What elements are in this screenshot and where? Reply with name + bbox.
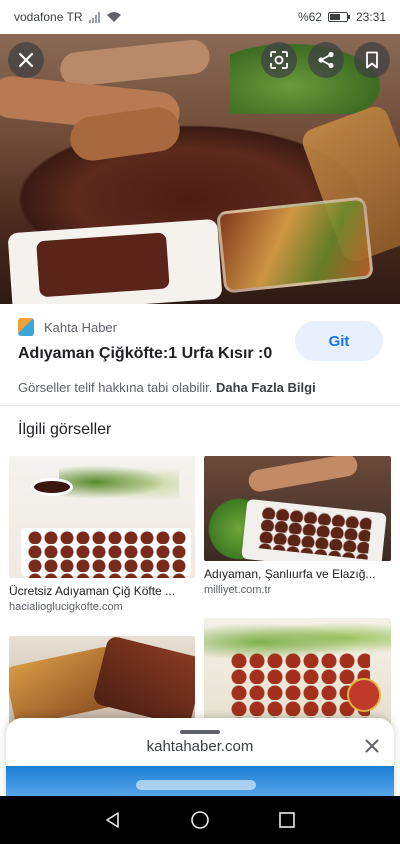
copyright-notice: Görseller telif hakkına tabi olabilir. D… <box>18 380 316 395</box>
status-bar: vodafone TR %62 23:31 <box>0 0 400 34</box>
site-preview[interactable] <box>6 766 394 798</box>
close-icon <box>365 739 379 753</box>
wifi-icon <box>106 12 121 22</box>
bookmark-button[interactable] <box>354 42 390 78</box>
divider <box>0 405 400 406</box>
related-image-source: hacialioglucigkofte.com <box>9 601 123 613</box>
related-image-card[interactable]: Ücretsiz Adıyaman Çiğ Köfte ... hacialio… <box>9 456 195 613</box>
carrier-name: vodafone TR <box>14 10 83 24</box>
sheet-close-button[interactable] <box>362 736 382 756</box>
source-row[interactable]: Kahta Haber <box>18 318 117 336</box>
more-info-link[interactable]: Daha Fazla Bilgi <box>216 380 316 395</box>
recents-button[interactable] <box>263 800 311 840</box>
related-image-card[interactable]: Adıyaman, Şanlıurfa ve Elazığ... milliye… <box>204 456 391 596</box>
signal-icon <box>88 11 100 23</box>
battery-icon <box>327 12 350 22</box>
battery-percentage: %62 <box>297 10 322 24</box>
copyright-text: Görseller telif hakkına tabi olabilir. <box>18 380 213 395</box>
navigation-bar <box>0 796 400 844</box>
clock: 23:31 <box>355 10 386 24</box>
home-button[interactable] <box>176 800 224 840</box>
close-button[interactable] <box>8 42 44 78</box>
back-button[interactable] <box>89 800 137 840</box>
share-button[interactable] <box>308 42 344 78</box>
related-image-thumbnail[interactable] <box>9 456 195 578</box>
result-title[interactable]: Adıyaman Çiğköfte:1 Urfa Kısır :0 <box>18 345 288 363</box>
drag-handle[interactable] <box>180 730 220 734</box>
back-icon <box>106 812 120 828</box>
related-image-thumbnail[interactable] <box>204 456 391 561</box>
related-image-thumbnail[interactable] <box>9 636 195 726</box>
lens-button[interactable] <box>261 42 297 78</box>
source-name: Kahta Haber <box>44 319 117 335</box>
related-image-title[interactable]: Ücretsiz Adıyaman Çiğ Köfte ... <box>9 584 195 598</box>
related-image-card[interactable] <box>204 618 391 726</box>
lens-icon <box>270 51 288 69</box>
share-icon <box>318 51 334 69</box>
kahta-haber-logo <box>18 318 34 336</box>
related-image-source: milliyet.com.tr <box>204 584 272 596</box>
site-preview-sheet[interactable]: kahtahaber.com <box>6 718 394 798</box>
visit-button[interactable]: Git <box>295 321 383 361</box>
sheet-domain: kahtahaber.com <box>146 738 254 755</box>
related-image-thumbnail[interactable] <box>204 618 391 726</box>
main-image[interactable] <box>0 34 400 304</box>
related-image-title[interactable]: Adıyaman, Şanlıurfa ve Elazığ... <box>204 567 391 581</box>
bookmark-icon <box>366 51 378 69</box>
close-icon <box>18 52 34 68</box>
home-icon <box>191 811 209 829</box>
related-images-heading: İlgili görseller <box>18 421 112 438</box>
recents-icon <box>278 812 295 828</box>
related-image-card[interactable] <box>9 636 195 726</box>
